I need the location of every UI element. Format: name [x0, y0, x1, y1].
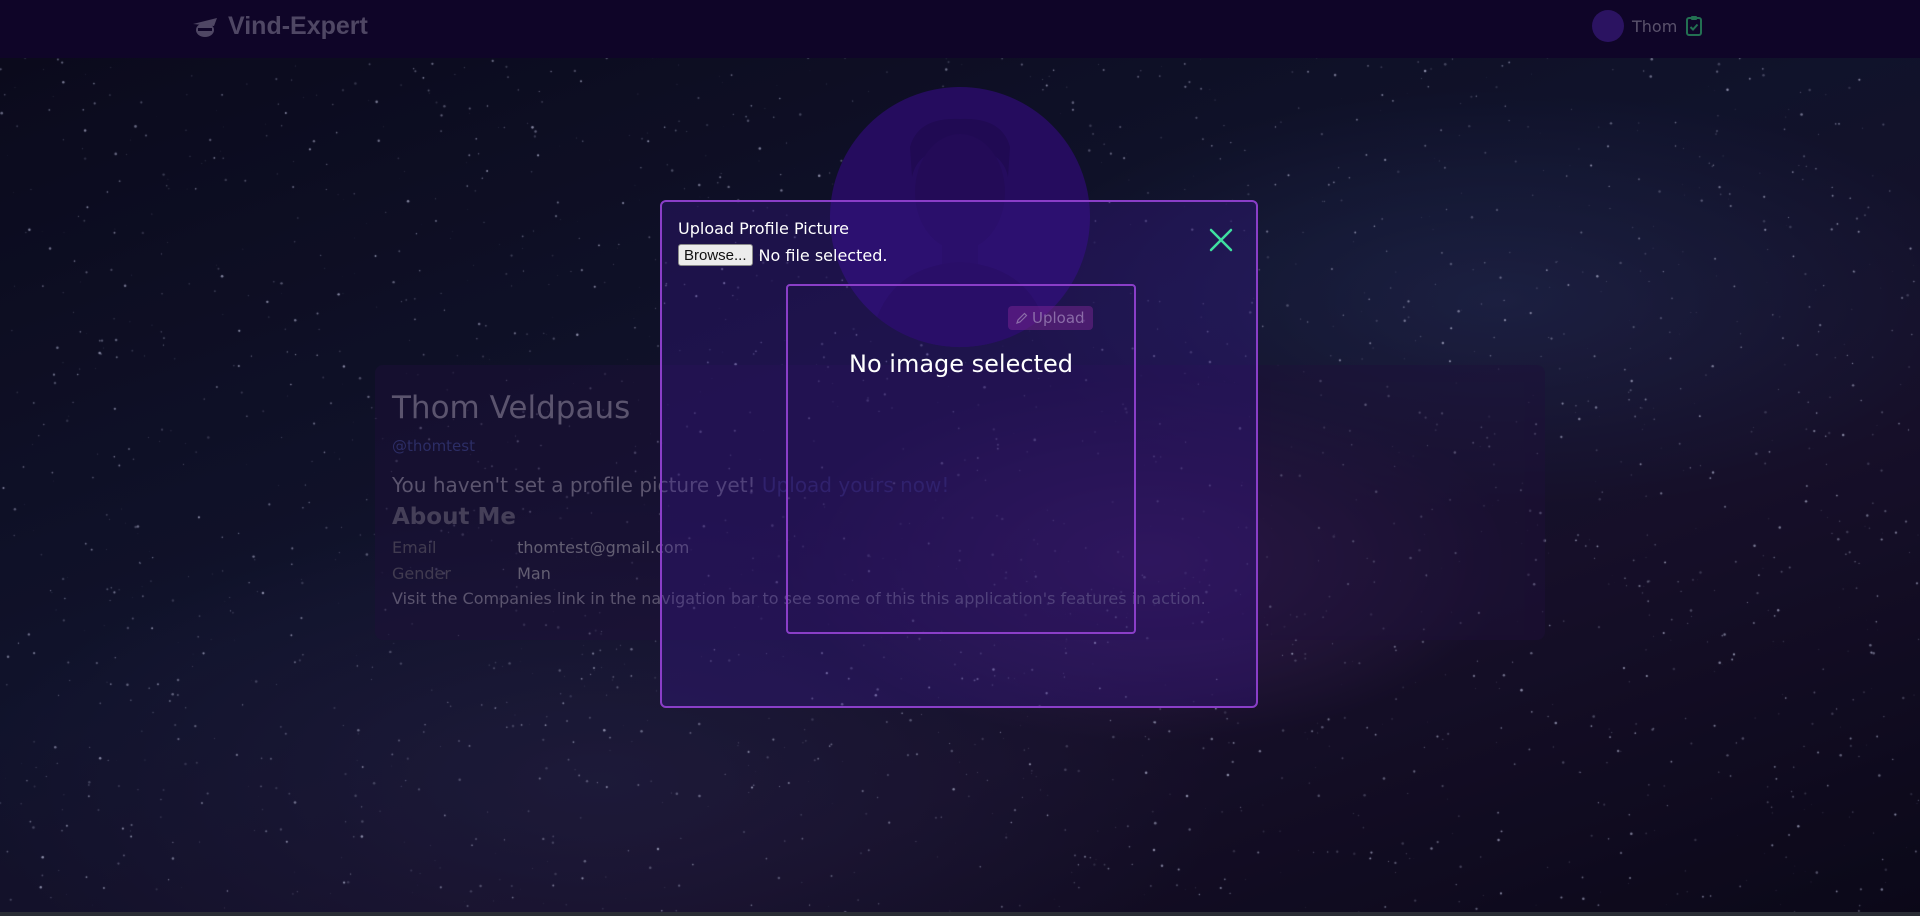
- image-preview: Upload No image selected: [786, 284, 1136, 634]
- upload-picture-modal: Upload Profile Picture Browse... No file…: [660, 200, 1258, 708]
- bottom-edge: [0, 912, 1920, 916]
- close-icon[interactable]: [1207, 226, 1235, 254]
- file-input[interactable]: Browse... No file selected.: [678, 244, 887, 266]
- preview-placeholder: No image selected: [849, 350, 1073, 378]
- modal-title: Upload Profile Picture: [678, 219, 850, 238]
- upload-label: Upload: [1032, 309, 1085, 327]
- file-status: No file selected.: [758, 245, 888, 265]
- pencil-icon: [1016, 312, 1028, 324]
- upload-button[interactable]: Upload: [1008, 306, 1093, 330]
- browse-button[interactable]: Browse...: [678, 244, 753, 266]
